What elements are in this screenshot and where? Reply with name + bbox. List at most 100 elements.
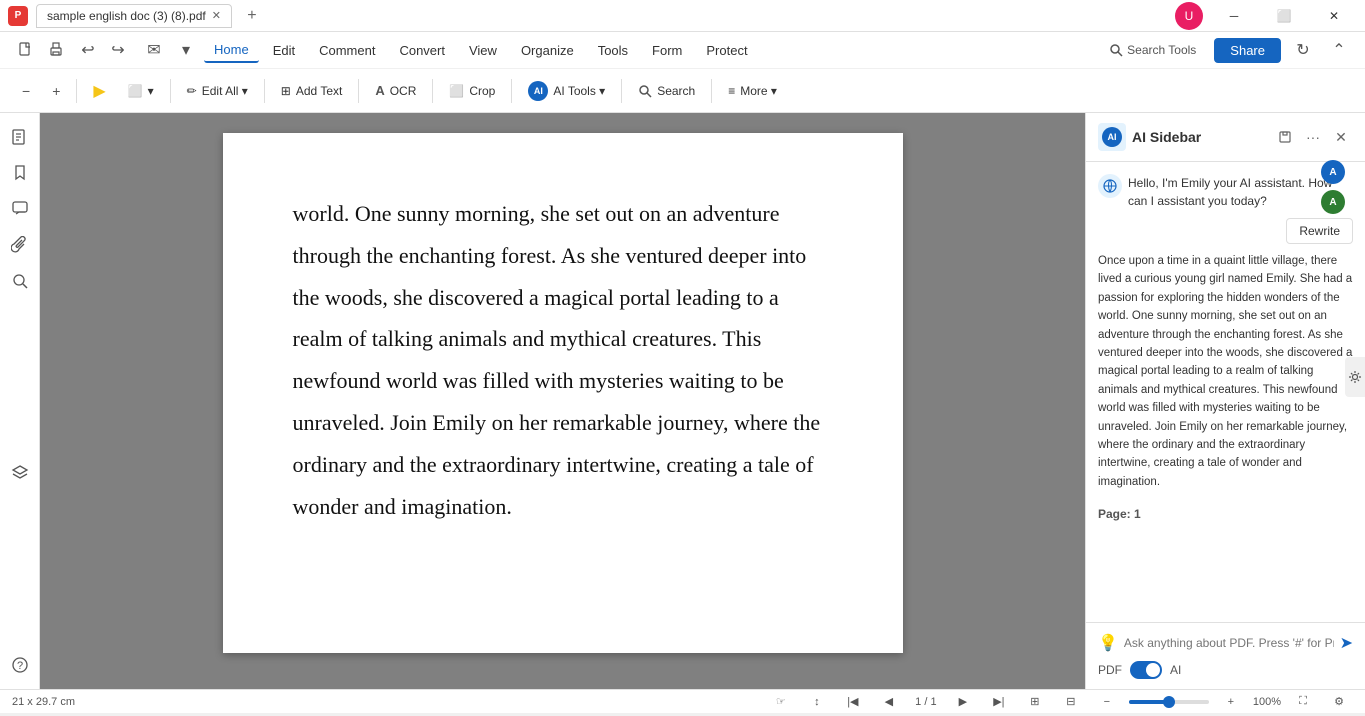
search-tools-button[interactable]: Search Tools <box>1099 39 1206 61</box>
menu-item-form[interactable]: Form <box>642 39 692 62</box>
minimize-button[interactable]: ─ <box>1211 0 1257 32</box>
crop-button[interactable]: ⬜ Crop <box>439 79 505 103</box>
title-bar-left: P sample english doc (3) (8).pdf ✕ + <box>8 4 264 28</box>
ai-blue-badge[interactable]: A <box>1321 162 1345 184</box>
zoom-in-icon: + <box>52 83 60 99</box>
add-text-button[interactable]: ⊞ Add Text <box>271 79 353 103</box>
restore-button[interactable]: ⬜ <box>1261 0 1307 32</box>
window-avatar: U <box>1175 2 1203 30</box>
edit-all-label: Edit All ▾ <box>202 84 248 98</box>
page-dimensions: 21 x 29.7 cm <box>12 696 75 708</box>
ai-settings-icon[interactable] <box>1345 357 1365 397</box>
menu-item-convert[interactable]: Convert <box>389 39 455 62</box>
pdf-area[interactable]: world. One sunny morning, she set out on… <box>40 113 1085 689</box>
menu-bar: ↩ ↪ ✉ ▾ Home Edit Comment Convert View O… <box>0 32 1365 68</box>
file-icon[interactable] <box>12 36 40 64</box>
more-button[interactable]: ≡ More ▾ <box>718 79 787 103</box>
close-button[interactable]: ✕ <box>1311 0 1357 32</box>
dropdown-icon[interactable]: ▾ <box>172 36 200 64</box>
ai-tools-label: AI Tools ▾ <box>553 84 605 98</box>
edit-icon: ✏ <box>187 84 197 98</box>
share-button[interactable]: Share <box>1214 38 1281 63</box>
pdf-toggle[interactable] <box>1130 661 1162 679</box>
ai-green-badge[interactable]: A <box>1321 190 1345 214</box>
ai-input-field[interactable] <box>1124 636 1334 650</box>
ocr-button[interactable]: A OCR <box>365 78 426 103</box>
select-button[interactable]: ⬜ ▾ <box>118 79 164 103</box>
status-last-page[interactable]: ▶| <box>985 688 1013 716</box>
window-controls: ─ ⬜ ✕ <box>1211 0 1357 32</box>
menu-bar-right: Search Tools Share ↻ ⌃ <box>1099 36 1353 64</box>
separator-7 <box>621 79 622 103</box>
zoom-out-button[interactable]: − <box>12 78 40 104</box>
rewrite-button[interactable]: Rewrite <box>1286 218 1353 244</box>
search-icon <box>1109 43 1123 57</box>
menu-item-organize[interactable]: Organize <box>511 39 584 62</box>
menu-item-home[interactable]: Home <box>204 38 259 63</box>
svg-text:?: ? <box>16 660 22 672</box>
status-first-page[interactable]: |◀ <box>839 688 867 716</box>
email-icon[interactable]: ✉ <box>140 36 168 64</box>
status-settings[interactable]: ⚙ <box>1325 688 1353 716</box>
redo-button[interactable]: ↪ <box>104 36 132 64</box>
ai-sidebar-footer: 💡 ➤ PDF AI <box>1086 622 1365 689</box>
title-bar: P sample english doc (3) (8).pdf ✕ + U ─… <box>0 0 1365 32</box>
ai-header-icons: ··· ✕ <box>1273 125 1353 149</box>
ai-tools-button[interactable]: AI AI Tools ▾ <box>518 76 615 106</box>
undo-button[interactable]: ↩ <box>74 36 102 64</box>
ocr-icon: A <box>375 83 384 98</box>
sidebar-icon-search[interactable] <box>4 265 36 297</box>
menu-item-protect[interactable]: Protect <box>696 39 757 62</box>
ai-more-icon[interactable]: ··· <box>1301 125 1325 149</box>
menu-item-view[interactable]: View <box>459 39 507 62</box>
status-select-icon[interactable]: ↕ <box>803 688 831 716</box>
search-btn-icon <box>638 84 652 98</box>
ai-save-icon[interactable] <box>1273 125 1297 149</box>
search-button[interactable]: Search <box>628 79 705 103</box>
ai-label: AI <box>1170 663 1181 677</box>
ai-close-icon[interactable]: ✕ <box>1329 125 1353 149</box>
ai-greeting-row: Hello, I'm Emily your AI assistant. How … <box>1098 174 1353 210</box>
status-zoom-in[interactable]: + <box>1217 688 1245 716</box>
separator-5 <box>432 79 433 103</box>
active-tab[interactable]: sample english doc (3) (8).pdf ✕ <box>36 4 232 28</box>
status-prev-page[interactable]: ◀ <box>875 688 903 716</box>
new-tab-button[interactable]: + <box>240 4 264 28</box>
pdf-page: world. One sunny morning, she set out on… <box>223 133 903 653</box>
zoom-slider[interactable] <box>1129 700 1209 704</box>
status-next-page[interactable]: ▶ <box>949 688 977 716</box>
zoom-slider-knob[interactable] <box>1163 696 1175 708</box>
status-fit-page[interactable]: ⊞ <box>1021 688 1049 716</box>
status-bar: 21 x 29.7 cm ☞ ↕ |◀ ◀ 1 / 1 ▶ ▶| ⊞ ⊟ − +… <box>0 689 1365 713</box>
print-icon[interactable] <box>42 36 70 64</box>
menu-item-comment[interactable]: Comment <box>309 39 385 62</box>
status-fit-width[interactable]: ⊟ <box>1057 688 1085 716</box>
sidebar-icon-comment[interactable] <box>4 193 36 225</box>
edit-all-button[interactable]: ✏ Edit All ▾ <box>177 79 258 103</box>
ai-messages: Hello, I'm Emily your AI assistant. How … <box>1086 162 1365 622</box>
sidebar-icon-help[interactable]: ? <box>4 649 36 681</box>
user-avatar[interactable]: U <box>1175 2 1203 30</box>
sync-icon[interactable]: ↻ <box>1289 36 1317 64</box>
ai-page-label: Page: <box>1098 507 1131 521</box>
highlight-button[interactable]: ▶ <box>83 76 115 106</box>
ai-page-number: 1 <box>1134 507 1141 521</box>
sidebar-icon-bookmark[interactable] <box>4 157 36 189</box>
pdf-label: PDF <box>1098 663 1122 677</box>
rewrite-row: Rewrite <box>1098 218 1353 244</box>
status-fullscreen[interactable]: ⛶ <box>1289 688 1317 716</box>
menu-item-tools[interactable]: Tools <box>588 39 638 62</box>
ai-send-button[interactable]: ➤ <box>1340 633 1353 653</box>
menu-item-edit[interactable]: Edit <box>263 39 305 62</box>
separator-8 <box>711 79 712 103</box>
zoom-out-icon: − <box>22 83 30 99</box>
tab-close-icon[interactable]: ✕ <box>212 9 221 22</box>
zoom-in-button[interactable]: + <box>42 78 70 104</box>
sidebar-icon-attach[interactable] <box>4 229 36 261</box>
ai-toggle-row: PDF AI <box>1098 661 1353 679</box>
sidebar-icon-layers[interactable] <box>4 457 36 489</box>
status-zoom-out[interactable]: − <box>1093 688 1121 716</box>
sidebar-icon-pages[interactable] <box>4 121 36 153</box>
expand-icon[interactable]: ⌃ <box>1325 36 1353 64</box>
status-cursor-icon[interactable]: ☞ <box>767 688 795 716</box>
